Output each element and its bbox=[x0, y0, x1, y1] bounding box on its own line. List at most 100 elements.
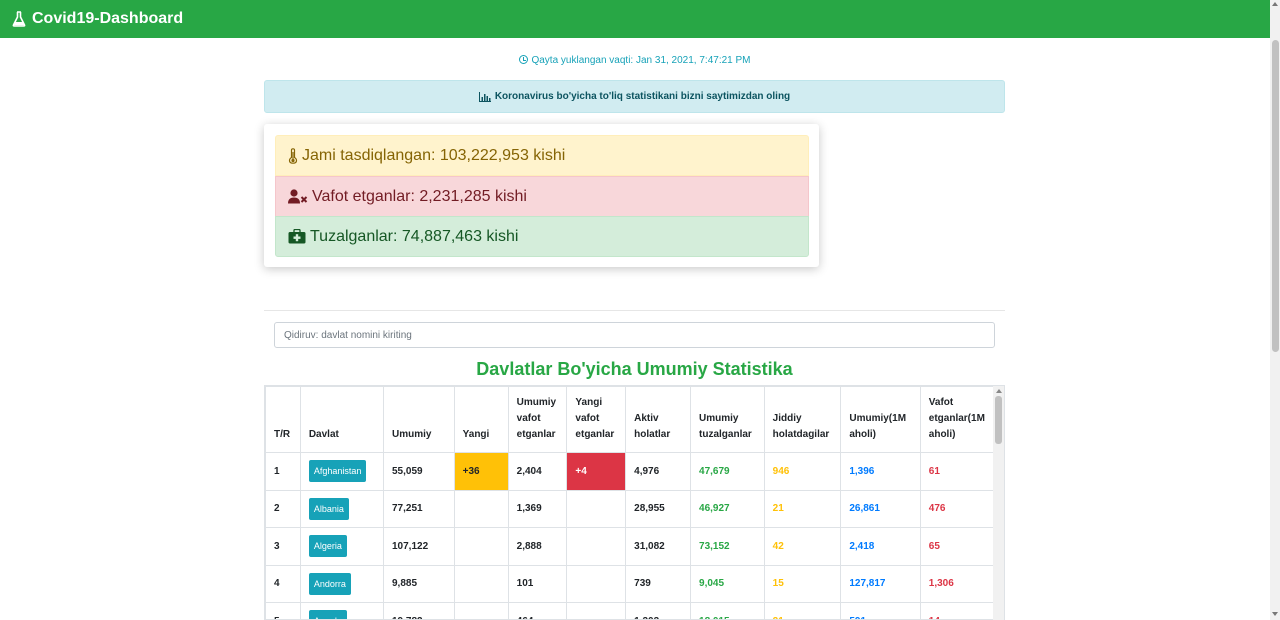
flask-icon bbox=[12, 11, 26, 27]
scroll-up-icon[interactable] bbox=[996, 389, 1002, 393]
active-cases: 31,082 bbox=[625, 527, 692, 566]
clock-icon bbox=[519, 55, 529, 64]
active-cases: 1,303 bbox=[625, 602, 692, 619]
row-number: 5 bbox=[265, 602, 301, 619]
user-times-icon bbox=[288, 189, 308, 204]
total-deaths: 2,404 bbox=[507, 452, 568, 491]
stats-table: T/R Davlat Umumiy Yangi Umumiy vafot etg… bbox=[265, 386, 995, 619]
header-cell[interactable]: Vafot etganlar(1M aholi) bbox=[919, 386, 995, 453]
new-cases bbox=[453, 489, 509, 528]
critical: 21 bbox=[763, 489, 842, 528]
deaths-text: Vafot etganlar: 2,231,285 kishi bbox=[312, 187, 527, 205]
country-button[interactable]: Albania bbox=[308, 497, 349, 520]
total-deaths: 2,888 bbox=[507, 527, 568, 566]
total-cases: 77,251 bbox=[383, 489, 455, 528]
deaths-per-million: 14 bbox=[919, 602, 995, 619]
header-cell[interactable]: Umumiy vafot etganlar bbox=[507, 386, 568, 453]
country-cell: Angola bbox=[299, 602, 385, 619]
navbar: Covid19-Dashboard bbox=[0, 0, 1270, 38]
header-cell[interactable]: T/R bbox=[265, 386, 301, 453]
critical: 946 bbox=[763, 452, 842, 491]
first-aid-icon bbox=[288, 229, 306, 244]
total-cases: 55,059 bbox=[383, 452, 455, 491]
table-scrollbar-thumb[interactable] bbox=[995, 396, 1002, 444]
table-title: Davlatlar Bo'yicha Umumiy Statistika bbox=[476, 359, 793, 379]
page-scrollbar[interactable] bbox=[1270, 0, 1280, 620]
recovered: 9,045 bbox=[690, 564, 765, 603]
table-row: 5 Angola 19,782 464 1,303 18,015 21 591 … bbox=[265, 602, 995, 619]
total-cases: 19,782 bbox=[383, 602, 455, 619]
country-cell: Andorra bbox=[299, 564, 385, 603]
total-deaths: 1,369 bbox=[507, 489, 568, 528]
bar-chart-icon bbox=[478, 91, 491, 102]
new-cases bbox=[453, 527, 509, 566]
new-deaths: +4 bbox=[566, 452, 627, 491]
country-cell: Albania bbox=[299, 489, 385, 528]
recovered-summary: Tuzalganlar: 74,887,463 kishi bbox=[275, 216, 809, 257]
new-cases bbox=[453, 602, 509, 619]
scroll-up-icon[interactable] bbox=[1272, 2, 1278, 6]
scroll-down-icon[interactable] bbox=[1272, 612, 1278, 616]
confirmed-summary: Jami tasdiqlangan: 103,222,953 kishi bbox=[275, 135, 809, 176]
active-cases: 28,955 bbox=[625, 489, 692, 528]
summary-card: Jami tasdiqlangan: 103,222,953 kishi Vaf… bbox=[264, 124, 819, 267]
header-cell[interactable]: Jiddiy holatdagilar bbox=[763, 386, 842, 453]
cases-per-million: 127,817 bbox=[840, 564, 921, 603]
total-cases: 9,885 bbox=[383, 564, 455, 603]
info-alert-text[interactable]: Koronavirus bo'yicha to'liq statistikani… bbox=[495, 91, 790, 102]
recovered-text: Tuzalganlar: 74,887,463 kishi bbox=[310, 227, 519, 245]
scrollbar-thumb[interactable] bbox=[1272, 40, 1279, 352]
cases-per-million: 591 bbox=[840, 602, 921, 619]
critical: 42 bbox=[763, 527, 842, 566]
recovered: 47,679 bbox=[690, 452, 765, 491]
recovered: 18,015 bbox=[690, 602, 765, 619]
deaths-per-million: 65 bbox=[919, 527, 995, 566]
header-cell[interactable]: Yangi vafot etganlar bbox=[566, 386, 627, 453]
header-cell[interactable]: Davlat bbox=[299, 386, 385, 453]
country-cell: Algeria bbox=[299, 527, 385, 566]
search-input[interactable] bbox=[274, 322, 995, 348]
reload-text: Qayta yuklangan vaqti: Jan 31, 2021, 7:4… bbox=[531, 55, 751, 66]
new-cases: +36 bbox=[453, 452, 509, 491]
new-deaths bbox=[566, 489, 627, 528]
critical: 21 bbox=[763, 602, 842, 619]
country-button[interactable]: Angola bbox=[308, 610, 347, 619]
header-cell[interactable]: Umumiy bbox=[383, 386, 455, 453]
new-deaths bbox=[566, 527, 627, 566]
header-cell[interactable]: Aktiv holatlar bbox=[625, 386, 692, 453]
total-cases: 107,122 bbox=[383, 527, 455, 566]
table-row: 4 Andorra 9,885 101 739 9,045 15 127,817… bbox=[265, 564, 995, 603]
new-deaths bbox=[566, 564, 627, 603]
reload-time: Qayta yuklangan vaqti: Jan 31, 2021, 7:4… bbox=[0, 55, 1270, 66]
active-cases: 739 bbox=[625, 564, 692, 603]
table-row: 2 Albania 77,251 1,369 28,955 46,927 21 … bbox=[265, 489, 995, 528]
header-cell[interactable]: Umumiy(1M aholi) bbox=[840, 386, 921, 453]
country-cell: Afghanistan bbox=[299, 452, 385, 491]
deaths-per-million: 61 bbox=[919, 452, 995, 491]
total-deaths: 464 bbox=[507, 602, 568, 619]
header-cell[interactable]: Yangi bbox=[453, 386, 509, 453]
country-button[interactable]: Algeria bbox=[308, 535, 347, 558]
total-deaths: 101 bbox=[507, 564, 568, 603]
cases-per-million: 26,861 bbox=[840, 489, 921, 528]
deaths-per-million: 1,306 bbox=[919, 564, 995, 603]
cases-per-million: 2,418 bbox=[840, 527, 921, 566]
row-number: 3 bbox=[265, 527, 301, 566]
app-title[interactable]: Covid19-Dashboard bbox=[32, 10, 183, 28]
recovered: 46,927 bbox=[690, 489, 765, 528]
country-button[interactable]: Andorra bbox=[308, 572, 351, 595]
critical: 15 bbox=[763, 564, 842, 603]
row-number: 1 bbox=[265, 452, 301, 491]
table-header-row: T/R Davlat Umumiy Yangi Umumiy vafot etg… bbox=[265, 386, 995, 453]
new-cases bbox=[453, 564, 509, 603]
country-button[interactable]: Afghanistan bbox=[308, 460, 367, 483]
stats-table-container[interactable]: T/R Davlat Umumiy Yangi Umumiy vafot etg… bbox=[264, 385, 1005, 620]
thermometer-icon bbox=[288, 147, 298, 164]
info-alert: Koronavirus bo'yicha to'liq statistikani… bbox=[264, 80, 1005, 113]
table-row: 1 Afghanistan 55,059 +36 2,404 +4 4,976 … bbox=[265, 452, 995, 491]
header-cell[interactable]: Umumiy tuzalganlar bbox=[690, 386, 765, 453]
table-scrollbar[interactable] bbox=[993, 386, 1004, 620]
new-deaths bbox=[566, 602, 627, 619]
recovered: 73,152 bbox=[690, 527, 765, 566]
row-number: 2 bbox=[265, 489, 301, 528]
